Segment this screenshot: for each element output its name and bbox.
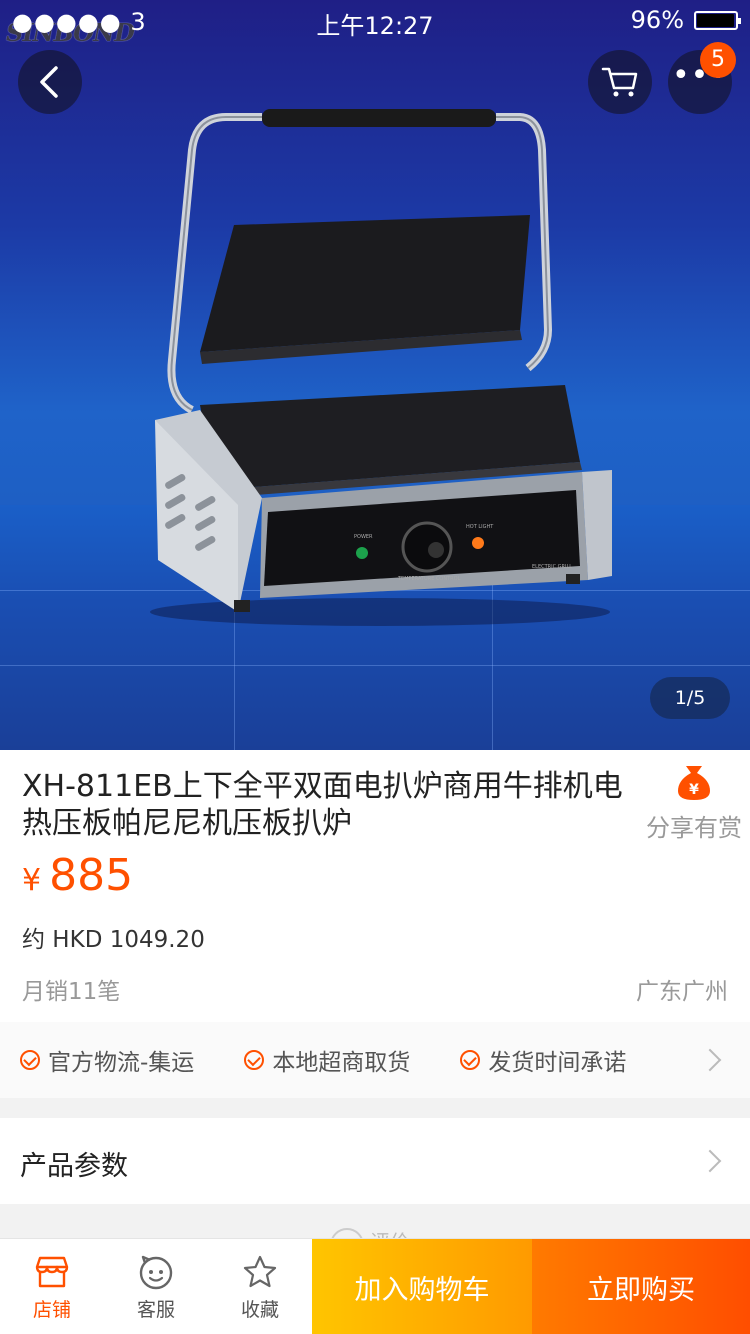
battery-icon — [694, 11, 741, 30]
bottom-action-bar: 店铺 客服 收藏 加入购物车 立即购买 — [0, 1238, 750, 1334]
check-circle-icon — [244, 1050, 265, 1070]
reviews-section-peek: 评价 — [0, 1204, 750, 1262]
price-currency: ¥ — [22, 863, 42, 898]
price-value: 885 — [49, 850, 134, 901]
cart-button[interactable] — [588, 50, 652, 114]
tab-label: 客服 — [136, 1298, 175, 1321]
service-item: 本地超商取货 — [244, 1043, 410, 1077]
back-button[interactable] — [18, 50, 82, 114]
tab-label: 收藏 — [240, 1298, 279, 1321]
chevron-left-icon — [40, 66, 58, 98]
panel-label-hot-light: HOT LIGHT — [466, 524, 494, 530]
product-title: XH-811EB上下全平双面电扒炉商用牛排机电热压板帕尼尼机压板扒炉 — [22, 769, 623, 841]
approx-price: 约 HKD 1049.20 — [22, 927, 205, 953]
service-label: 官方物流-集运 — [48, 1050, 195, 1076]
status-bar: ●●●●● 3 上午12:27 96% — [0, 0, 750, 40]
price: ¥885 — [22, 850, 133, 901]
check-circle-icon — [20, 1050, 40, 1070]
shipping-location: 广东广州 — [636, 979, 728, 1005]
service-guarantees-row[interactable]: 官方物流-集运 本地超商取货 发货时间承诺 — [0, 1022, 750, 1098]
tab-favorite[interactable]: 收藏 — [208, 1239, 312, 1334]
customer-service-icon — [137, 1253, 175, 1291]
service-item: 发货时间承诺 — [460, 1043, 626, 1077]
panel-label-temperature: TEMPERATURE CONTROL — [398, 576, 461, 582]
buy-now-button[interactable]: 立即购买 — [532, 1239, 750, 1334]
share-label: 分享有赏 — [646, 814, 742, 842]
share-reward-button[interactable]: ¥ 分享有赏 — [640, 762, 748, 843]
tab-customer-service[interactable]: 客服 — [104, 1239, 208, 1334]
notification-badge: 5 — [700, 42, 736, 78]
service-label: 本地超商取货 — [272, 1050, 411, 1076]
cart-icon — [601, 67, 638, 97]
add-to-cart-button[interactable]: 加入购物车 — [312, 1239, 532, 1334]
chevron-right-icon — [698, 1048, 722, 1072]
money-bag-icon: ¥ — [678, 766, 710, 800]
star-icon — [241, 1253, 279, 1291]
shop-icon — [34, 1253, 70, 1291]
check-circle-icon — [460, 1050, 481, 1070]
tab-label: 店铺 — [32, 1298, 71, 1321]
monthly-sales: 月销11笔 — [22, 979, 121, 1005]
product-params-row[interactable]: 产品参数 — [0, 1118, 750, 1204]
panini-grill-image — [150, 109, 612, 626]
product-info-section: XH-811EB上下全平双面电扒炉商用牛排机电热压板帕尼尼机压板扒炉 ¥ 分享有… — [0, 750, 750, 1022]
product-image-carousel[interactable]: POWER HOT LIGHT TEMPERATURE CONTROL ELEC… — [0, 0, 750, 750]
battery-percentage: 96% — [630, 6, 684, 34]
service-item: 官方物流-集运 — [20, 1043, 194, 1077]
image-page-indicator: 1/5 — [650, 677, 730, 719]
service-label: 发货时间承诺 — [488, 1050, 627, 1076]
chevron-right-icon — [698, 1149, 722, 1173]
tab-shop[interactable]: 店铺 — [0, 1239, 104, 1334]
panel-label-power: POWER — [354, 534, 373, 540]
panel-label-model: ELECTRIC GRILL — [532, 564, 573, 570]
svg-text:¥: ¥ — [689, 782, 699, 798]
params-label: 产品参数 — [20, 1151, 128, 1182]
